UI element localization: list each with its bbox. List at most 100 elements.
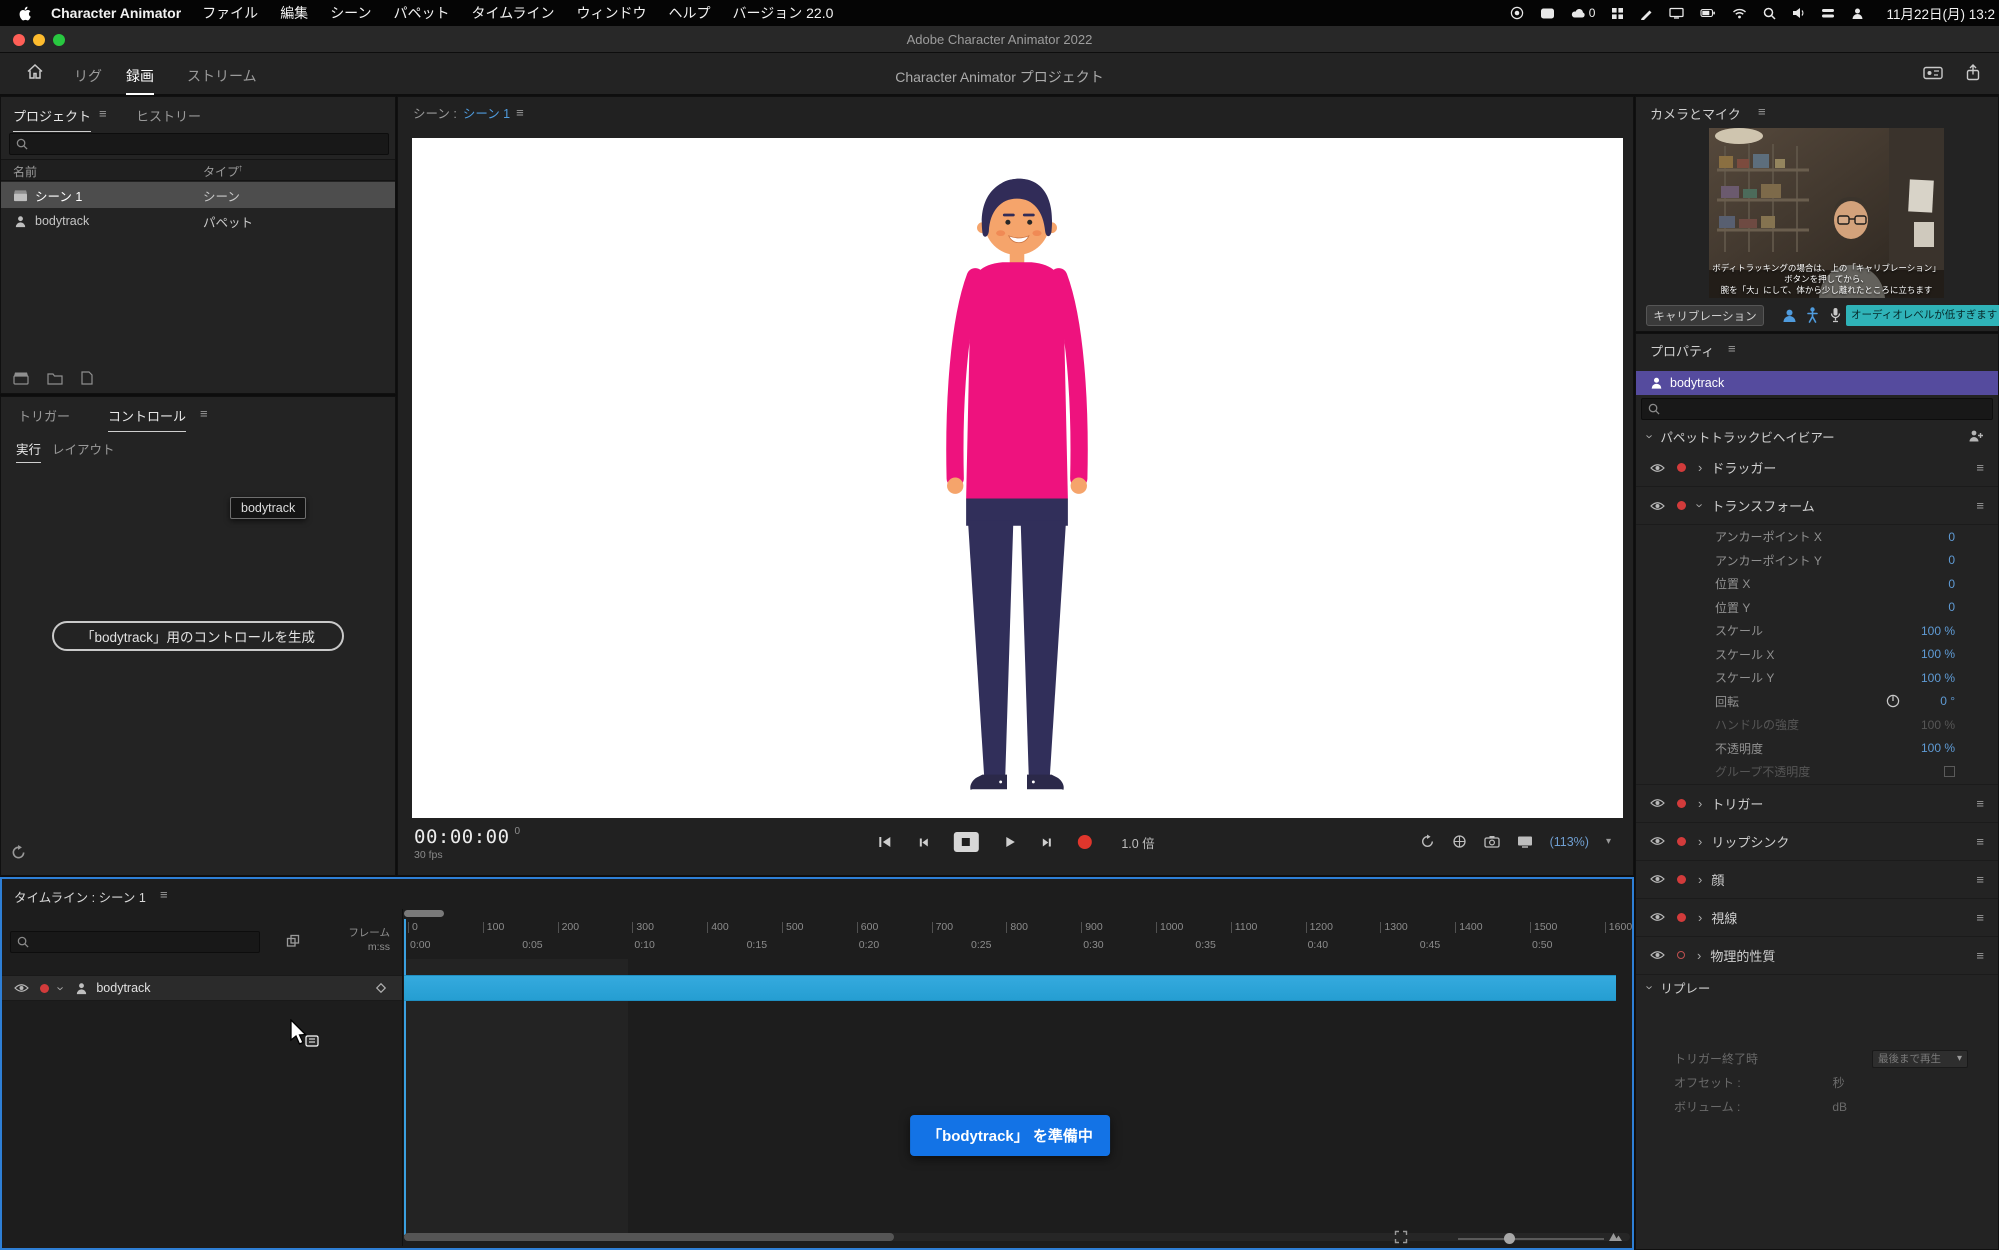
property-value[interactable]: 100 % [1921,718,1955,732]
property-checkbox[interactable] [1944,766,1955,777]
behaviors-section-header[interactable]: › パペットトラックビヘイビアー [1636,423,1998,449]
face-track-icon[interactable] [1782,307,1797,323]
timer-wheel-icon[interactable] [1452,834,1467,849]
property-value[interactable]: 0 [1948,553,1955,567]
visibility-eye-icon[interactable] [1650,463,1665,473]
menubar-item-6[interactable]: ヘルプ [658,3,722,23]
behavior-row-dragger[interactable]: ›ドラッガー≡ [1636,449,1998,487]
microphone-icon[interactable] [1828,307,1843,323]
controls-panel-menu-icon[interactable]: ≡ [200,406,208,421]
chevron-icon[interactable]: › [1697,949,1701,962]
loop-icon[interactable] [1420,834,1435,849]
track-visibility-eye-icon[interactable] [14,983,29,993]
sync-status-icon[interactable] [1571,7,1586,19]
canvas-zoom-level[interactable]: (113%) [1550,835,1589,849]
menubar-item-2[interactable]: シーン [319,3,382,23]
arm-record-dot[interactable] [1677,875,1686,884]
tab-record[interactable]: 録画 [126,66,154,95]
ruler-zoom-scrollbar[interactable] [404,910,444,917]
spotlight-icon[interactable] [1763,7,1776,20]
property-value[interactable]: 100 % [1921,624,1955,638]
refresh-icon[interactable] [11,845,26,860]
track-header-bodytrack[interactable]: › bodytrack [2,975,402,1001]
add-behavior-icon[interactable] [1968,429,1984,443]
snap-icon[interactable] [286,934,300,948]
play-button-icon[interactable] [1002,835,1016,849]
behavior-row-physics[interactable]: ›物理的性質≡ [1636,937,1998,975]
playback-speed[interactable]: 1.0 倍 [1121,833,1154,852]
snapshot-icon[interactable] [1484,835,1500,848]
property-value[interactable]: 0 [1948,577,1955,591]
user-switch-icon[interactable] [1851,7,1864,20]
arm-record-dot[interactable] [1677,837,1686,846]
display-icon[interactable] [1669,7,1684,19]
screen-record-icon[interactable] [1510,6,1524,20]
scene-name-link[interactable]: シーン 1 [463,103,510,122]
collapse-chevron-icon[interactable]: › [1644,985,1657,989]
property-value[interactable]: 100 % [1921,647,1955,661]
subtab-perform[interactable]: 実行 [16,439,41,463]
window-grid-icon[interactable] [1611,7,1624,20]
menubar-item-7[interactable]: バージョン 22.0 [722,3,845,23]
chevron-icon[interactable]: › [1698,911,1702,924]
arm-record-dot[interactable] [1677,951,1685,959]
battery-icon[interactable] [1700,8,1716,18]
visibility-eye-icon[interactable] [1650,798,1665,808]
arm-record-dot[interactable] [1677,913,1686,922]
collapse-chevron-icon[interactable]: › [1644,434,1657,438]
properties-panel-menu-icon[interactable]: ≡ [1728,341,1736,356]
arm-record-dot[interactable] [1677,799,1686,808]
menubar-clock[interactable]: 11月22日(月) 13:2 [1880,3,1995,23]
selected-puppet-row[interactable]: bodytrack [1636,371,1998,395]
fit-timeline-icon[interactable] [1394,1230,1408,1244]
scrollbar-thumb[interactable] [404,1233,894,1241]
keyframe-icon[interactable] [374,981,388,995]
new-folder-icon[interactable] [47,371,63,385]
arm-record-dot[interactable] [1677,501,1686,510]
timeline-zoom-slider[interactable] [1458,1238,1604,1240]
chevron-icon[interactable]: › [1694,503,1707,507]
replay-section-header[interactable]: › リプレー [1636,975,1998,1001]
column-name[interactable]: 名前 [13,163,37,180]
menubar-item-3[interactable]: パペット [383,3,461,23]
tab-rig[interactable]: リグ [74,66,102,93]
generate-controls-button[interactable]: 「bodytrack」用のコントロールを生成 [52,621,344,651]
chevron-icon[interactable]: › [1698,461,1702,474]
body-track-icon[interactable] [1806,307,1819,323]
next-frame-icon[interactable] [1040,836,1053,849]
timeline-zoom-knob[interactable] [1504,1233,1515,1244]
tab-history[interactable]: ヒストリー [136,106,201,131]
scene-panel-menu-icon[interactable]: ≡ [516,105,524,120]
tab-triggers[interactable]: トリガー [18,406,70,431]
stop-button[interactable] [953,832,978,852]
tab-project[interactable]: プロジェクト [13,106,91,132]
stream-output-icon[interactable] [1923,64,1943,81]
property-value[interactable]: 0 ° [1940,694,1955,708]
playhead[interactable] [404,919,406,1235]
camera-panel-menu-icon[interactable]: ≡ [1758,104,1766,119]
column-type[interactable]: タイプ [203,163,239,180]
menubar-item-5[interactable]: ウィンドウ [566,3,658,23]
behavior-menu-icon[interactable]: ≡ [1976,498,1984,513]
record-button[interactable] [1077,835,1091,849]
volume-icon[interactable] [1792,7,1805,19]
property-value[interactable]: 100 % [1921,741,1955,755]
visibility-eye-icon[interactable] [1650,501,1665,511]
visibility-eye-icon[interactable] [1650,912,1665,922]
trigger-end-dropdown[interactable]: 最後まで再生▾ [1872,1050,1968,1068]
behavior-menu-icon[interactable]: ≡ [1976,460,1984,475]
chevron-icon[interactable]: › [1698,835,1702,848]
behavior-row-transform[interactable]: ›トランスフォーム≡ [1636,487,1998,525]
pen-tablet-icon[interactable] [1640,7,1653,20]
menubar-item-1[interactable]: 編集 [269,3,319,23]
monitor-icon[interactable] [1517,835,1533,848]
control-center-icon[interactable] [1821,7,1835,19]
previous-frame-icon[interactable] [916,836,929,849]
behavior-menu-icon[interactable]: ≡ [1976,872,1984,887]
go-to-start-icon[interactable] [876,835,892,849]
timeline-search-input[interactable] [10,931,260,953]
property-value[interactable]: 100 % [1921,671,1955,685]
tab-controls[interactable]: コントロール [108,406,186,432]
creative-cloud-icon[interactable] [1540,7,1555,20]
arm-record-dot[interactable] [1677,463,1686,472]
